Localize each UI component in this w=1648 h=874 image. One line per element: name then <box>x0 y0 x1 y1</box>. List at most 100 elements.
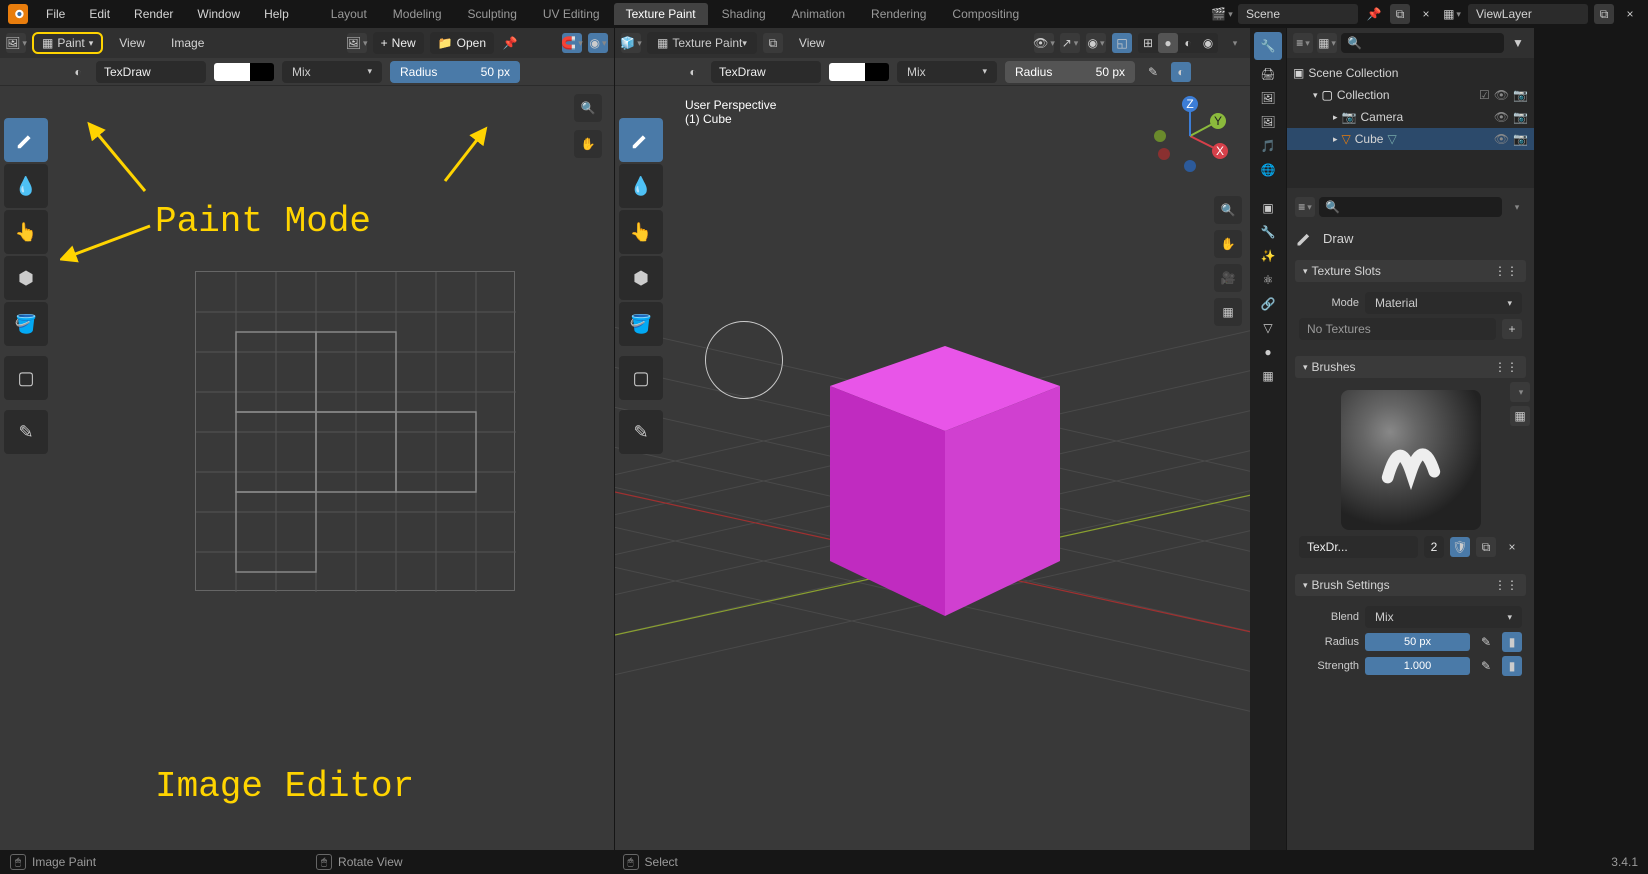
material-tab-icon[interactable]: ● <box>1258 342 1278 362</box>
strength-value-field[interactable]: 1.000 <box>1365 657 1470 675</box>
props-search[interactable]: 🔍 <box>1319 197 1502 217</box>
brush-preview-options-icon[interactable] <box>1510 382 1530 402</box>
brush-name-field[interactable]: TexDraw <box>711 61 821 83</box>
image-canvas[interactable]: 🔍 ✋ <box>0 86 614 850</box>
unit-radius-icon[interactable]: ▮ <box>1502 632 1522 652</box>
blend-dropdown[interactable]: Mix▾ <box>1365 606 1522 628</box>
tree-cube[interactable]: ▸ ▽ Cube ▽ 👁📷 <box>1287 128 1534 150</box>
pressure-radius-icon[interactable]: ✎ <box>1476 632 1496 652</box>
falloff-icon[interactable]: ◉ <box>588 33 608 53</box>
zoom-icon[interactable]: 🔍 <box>574 94 602 122</box>
layer-browse-icon[interactable]: ▦ <box>1442 4 1462 24</box>
copy-icon[interactable]: ⧉ <box>763 33 783 53</box>
add-texture-button[interactable]: + <box>1502 319 1522 339</box>
viewport-menu-view[interactable]: View <box>789 32 835 54</box>
smear-tool[interactable]: 👆 <box>619 210 663 254</box>
outliner-search[interactable]: 🔍 <box>1341 33 1504 53</box>
zoom-icon[interactable]: 🔍 <box>1214 196 1242 224</box>
particles-tab-icon[interactable]: ✨ <box>1258 246 1278 266</box>
menu-file[interactable]: File <box>36 3 75 25</box>
modifier-tab-icon[interactable]: 🔧 <box>1258 222 1278 242</box>
tab-sculpting[interactable]: Sculpting <box>456 3 529 25</box>
active-tool-tab-icon[interactable]: 🔧 <box>1254 32 1282 60</box>
new-brush-icon[interactable]: ⧉ <box>1476 537 1496 557</box>
tab-compositing[interactable]: Compositing <box>940 3 1031 25</box>
menu-window[interactable]: Window <box>187 3 250 25</box>
brush-users[interactable]: 2 <box>1424 536 1444 558</box>
shading-rendered-icon[interactable]: ◉ <box>1198 33 1218 53</box>
blend-mode-dropdown[interactable]: Mix▾ <box>282 61 382 83</box>
radius-field[interactable]: Radius50 px <box>390 61 520 83</box>
brush-preview[interactable] <box>1341 390 1481 530</box>
viewport-mode-dropdown[interactable]: ▦Texture Paint▾ <box>647 32 757 54</box>
shading-solid-icon[interactable]: ● <box>1158 33 1178 53</box>
open-image-button[interactable]: 📁Open <box>430 32 494 54</box>
display-mode-icon[interactable]: ▦ <box>1317 33 1337 53</box>
image-browse-icon[interactable]: 🖼 <box>347 33 367 53</box>
tab-rendering[interactable]: Rendering <box>859 3 938 25</box>
image-menu-view[interactable]: View <box>109 32 155 54</box>
draw-tool[interactable] <box>4 118 48 162</box>
tab-uv-editing[interactable]: UV Editing <box>531 3 612 25</box>
editor-type-icon[interactable]: 🧊 <box>621 33 641 53</box>
output-tab-icon[interactable]: 🖼 <box>1258 88 1278 108</box>
clone-tool[interactable]: ⬢ <box>4 256 48 300</box>
pin-icon[interactable]: 📌 <box>1364 4 1384 24</box>
visibility-icon[interactable]: 👁 <box>1034 33 1054 53</box>
new-scene-icon[interactable]: ⧉ <box>1390 4 1410 24</box>
pan-icon[interactable]: ✋ <box>574 130 602 158</box>
image-menu-image[interactable]: Image <box>161 32 214 54</box>
brush-name-field[interactable]: TexDr... <box>1299 536 1418 558</box>
tab-texture-paint[interactable]: Texture Paint <box>614 3 708 25</box>
shading-wireframe-icon[interactable]: ⊞ <box>1138 33 1158 53</box>
pin-image-icon[interactable]: 📌 <box>500 33 520 53</box>
paint-mode-dropdown[interactable]: ▦ Paint ▾ <box>32 32 103 54</box>
tree-scene-collection[interactable]: ▣ Scene Collection <box>1287 62 1534 84</box>
mask-tool[interactable]: ▢ <box>4 356 48 400</box>
pressure-icon[interactable]: ✎ <box>1143 62 1163 82</box>
radius-field[interactable]: Radius50 px <box>1005 61 1135 83</box>
mask-tool[interactable]: ▢ <box>619 356 663 400</box>
unit-strength-icon[interactable]: ▮ <box>1502 656 1522 676</box>
texture-mode-dropdown[interactable]: Material▾ <box>1365 292 1522 314</box>
editor-type-icon[interactable]: 🖼 <box>6 33 26 53</box>
brush-color-swatch[interactable] <box>214 63 274 81</box>
fill-tool[interactable]: 🪣 <box>4 302 48 346</box>
props-type-icon[interactable]: ≡ <box>1295 197 1315 217</box>
unlink-brush-icon[interactable]: × <box>1502 537 1522 557</box>
brush-name-field[interactable]: TexDraw <box>96 61 206 83</box>
shading-options-icon[interactable] <box>1224 33 1244 53</box>
outliner-type-icon[interactable]: ≡ <box>1293 33 1313 53</box>
scene-name-field[interactable]: Scene <box>1238 4 1358 24</box>
shading-material-icon[interactable]: ◐ <box>1178 33 1198 53</box>
radius-value-field[interactable]: 50 px <box>1365 633 1470 651</box>
soften-tool[interactable]: 💧 <box>4 164 48 208</box>
snap-icon[interactable]: 🧲 <box>562 33 582 53</box>
scene-tab-icon[interactable]: 🎵 <box>1258 136 1278 156</box>
annotate-tool[interactable]: ✎ <box>619 410 663 454</box>
physics-tab-icon[interactable]: ⚛ <box>1258 270 1278 290</box>
brush-settings-header[interactable]: ▾Brush Settings⋮⋮ <box>1295 574 1526 596</box>
perspective-toggle-icon[interactable]: ▦ <box>1214 298 1242 326</box>
brush-preset-icon[interactable]: ◐ <box>683 62 703 82</box>
texture-tab-icon[interactable]: ▦ <box>1258 366 1278 386</box>
blend-mode-dropdown[interactable]: Mix▾ <box>897 61 997 83</box>
new-image-button[interactable]: +New <box>373 32 424 54</box>
pressure-strength-icon[interactable]: ✎ <box>1476 656 1496 676</box>
xray-icon[interactable]: ◱ <box>1112 33 1132 53</box>
filter-icon[interactable]: ▼ <box>1508 33 1528 53</box>
close-icon[interactable]: × <box>1416 4 1436 24</box>
tree-collection[interactable]: ▾ ▢ Collection ☑👁📷 <box>1287 84 1534 106</box>
new-layer-icon[interactable]: ⧉ <box>1594 4 1614 24</box>
3d-viewport[interactable]: User Perspective (1) Cube <box>615 86 1250 850</box>
overlay-icon[interactable]: ◉ <box>1086 33 1106 53</box>
constraints-tab-icon[interactable]: 🔗 <box>1258 294 1278 314</box>
object-tab-icon[interactable]: ▣ <box>1258 198 1278 218</box>
menu-help[interactable]: Help <box>254 3 299 25</box>
tab-modeling[interactable]: Modeling <box>381 3 454 25</box>
options-icon[interactable] <box>1506 197 1526 217</box>
navigation-gizmo[interactable]: X Y Z <box>1150 96 1230 176</box>
fake-user-icon[interactable]: 🛡 <box>1450 537 1470 557</box>
brush-preset-icon[interactable]: ◐ <box>68 62 88 82</box>
viewlayer-tab-icon[interactable]: 🖼 <box>1258 112 1278 132</box>
